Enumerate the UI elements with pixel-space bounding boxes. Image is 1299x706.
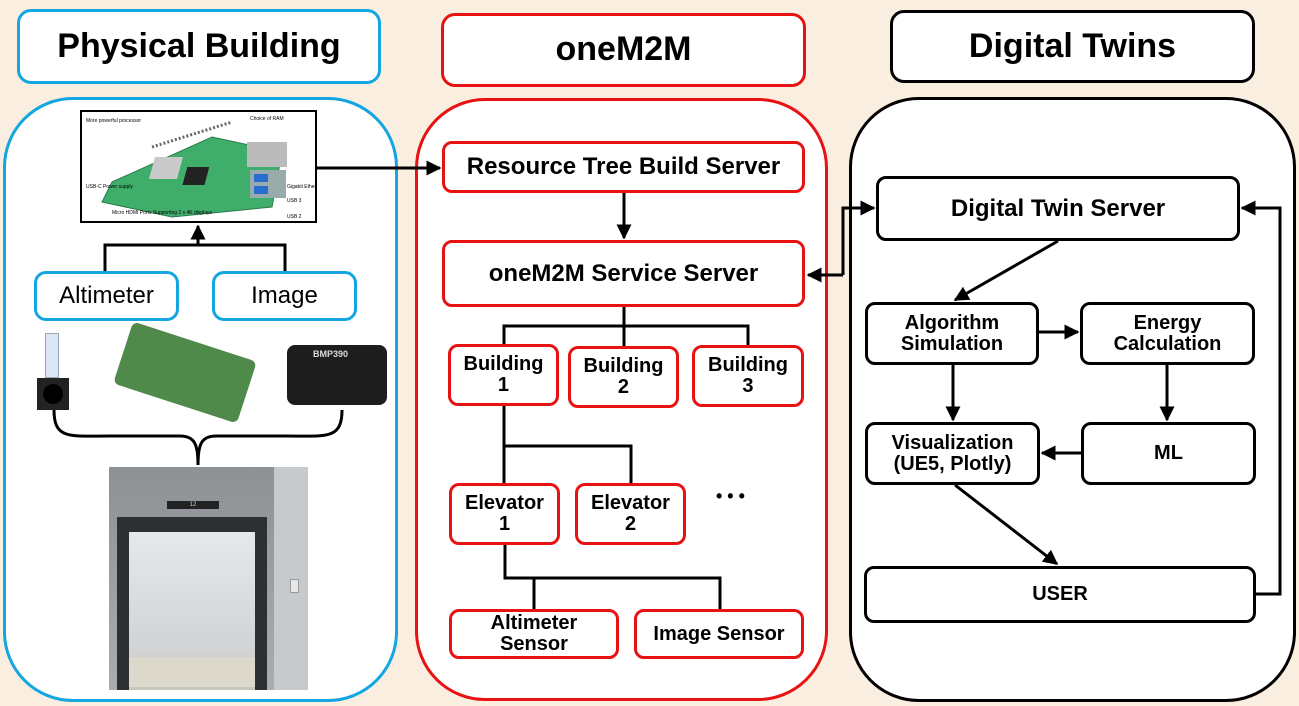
visualization-node: Visualization (UE5, Plotly): [865, 422, 1040, 485]
altimeter-sensor-label: Altimeter Sensor: [490, 612, 578, 655]
visualization-label: Visualization (UE5, Plotly): [891, 431, 1014, 475]
building-1-node: Building 1: [448, 344, 559, 406]
board-label-processor: More powerful processor: [86, 118, 141, 124]
bmp390-label: BMP390: [313, 349, 349, 359]
building-3-node: Building 3: [692, 345, 804, 407]
building-3-label: Building 3: [708, 354, 788, 397]
more-elevators-ellipsis: • • •: [716, 486, 766, 506]
camera-module-image: [37, 333, 71, 410]
bmp390-board-image: BMP390: [287, 345, 387, 405]
altimeter-box: Altimeter: [34, 271, 179, 321]
elevator-2-label: Elevator 2: [591, 492, 670, 535]
board-label-power: USB-C Power supply: [86, 184, 133, 190]
physical-building-title-text: Physical Building: [57, 26, 341, 65]
image-sensor-node: Image Sensor: [634, 609, 804, 659]
floor-indicator: 12: [167, 501, 219, 509]
onem2m-title: oneM2M: [441, 13, 806, 87]
ml-node: ML: [1081, 422, 1256, 485]
image-label: Image: [251, 282, 318, 310]
energy-calculation-node: Energy Calculation: [1080, 302, 1255, 365]
ml-label: ML: [1154, 442, 1183, 464]
service-server-label: oneM2M Service Server: [488, 259, 759, 287]
board-label-usb2: USB 2: [287, 214, 302, 220]
physical-building-title: Physical Building: [17, 9, 381, 84]
elevator-image: 12: [109, 467, 308, 690]
ellipsis-text: • • •: [716, 486, 745, 506]
image-box: Image: [212, 271, 357, 321]
onem2m-service-server: oneM2M Service Server: [442, 240, 805, 307]
digital-twin-server-label: Digital Twin Server: [950, 194, 1166, 222]
board-label-usb3: USB 3: [287, 198, 302, 204]
floor-number: 12: [189, 502, 197, 508]
elevator-1-label: Elevator 1: [465, 492, 544, 535]
elevator-2-node: Elevator 2: [575, 483, 686, 545]
image-sensor-label: Image Sensor: [653, 622, 785, 645]
onem2m-title-text: oneM2M: [555, 30, 692, 69]
digital-twin-server: Digital Twin Server: [876, 176, 1240, 241]
building-1-label: Building 1: [463, 353, 544, 396]
building-2-label: Building 2: [583, 355, 664, 398]
raspberry-pi-image: More powerful processor Choice of RAM US…: [80, 110, 317, 223]
board-label-hdmi: Micro HDMI Ports Supporting 2 x 4K displ…: [112, 210, 213, 216]
altimeter-sensor-node: Altimeter Sensor: [449, 609, 619, 659]
raspberry-pi-illustration: More powerful processor Choice of RAM US…: [86, 116, 315, 220]
user-label: USER: [1032, 583, 1088, 605]
board-label-ram: Choice of RAM: [250, 116, 284, 122]
digital-twins-title-text: Digital Twins: [968, 26, 1177, 65]
resource-tree-label: Resource Tree Build Server: [466, 153, 781, 181]
algorithm-simulation-label: Algorithm Simulation: [900, 311, 1004, 355]
energy-calculation-label: Energy Calculation: [1113, 311, 1222, 355]
resource-tree-build-server: Resource Tree Build Server: [442, 141, 805, 193]
building-2-node: Building 2: [568, 346, 679, 408]
digital-twins-title: Digital Twins: [890, 10, 1255, 83]
altimeter-label: Altimeter: [59, 282, 154, 310]
elevator-1-node: Elevator 1: [449, 483, 560, 545]
algorithm-simulation-node: Algorithm Simulation: [865, 302, 1039, 365]
user-node: USER: [864, 566, 1256, 623]
board-label-ethernet: Gigabit Ethernet: [287, 184, 315, 190]
